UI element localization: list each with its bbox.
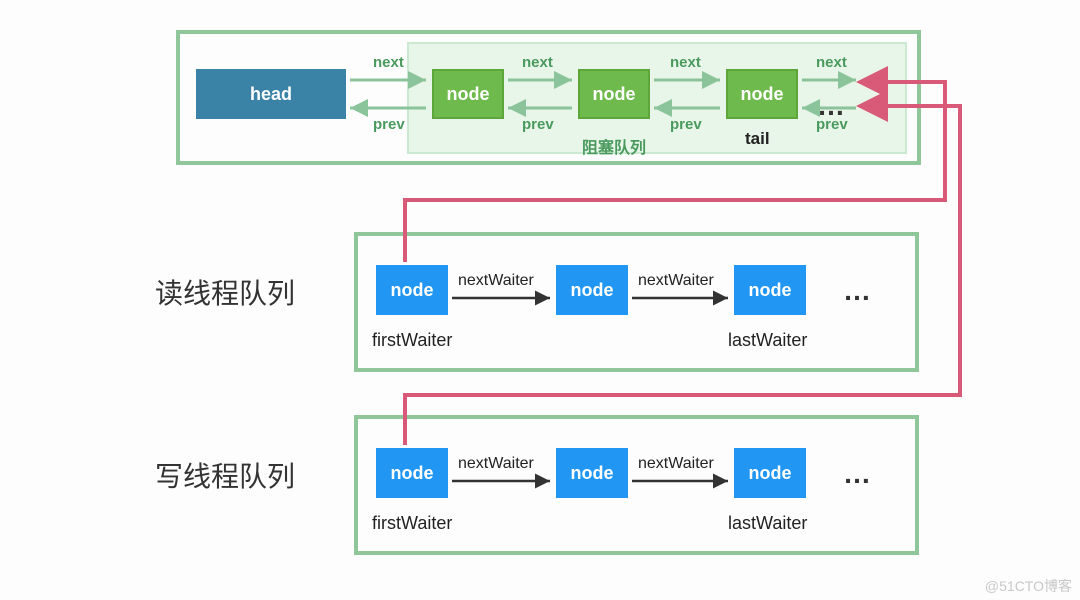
rq-ellipsis: …: [843, 275, 871, 307]
bq-tail-label: tail: [745, 129, 770, 149]
bq-node-3-label: node: [741, 84, 784, 105]
head-node-label: head: [250, 84, 292, 105]
bq-prev-1: prev: [373, 116, 405, 133]
bq-next-2: next: [522, 54, 553, 71]
wq-edge-2: nextWaiter: [638, 455, 714, 473]
bq-next-3: next: [670, 54, 701, 71]
bq-node-1-label: node: [447, 84, 490, 105]
rq-node-1-first: node: [376, 265, 448, 315]
wq-edge-1: nextWaiter: [458, 455, 534, 473]
bq-next-4: next: [816, 54, 847, 71]
rq-node-3-label: node: [749, 280, 792, 301]
wq-node-3-last: node: [734, 448, 806, 498]
wq-node-1-first: node: [376, 448, 448, 498]
bq-caption: 阻塞队列: [582, 134, 646, 158]
bq-next-1: next: [373, 54, 404, 71]
rq-node-1-label: node: [391, 280, 434, 301]
rq-node-2-label: node: [571, 280, 614, 301]
wq-last-label: lastWaiter: [728, 513, 807, 534]
rq-edge-2: nextWaiter: [638, 272, 714, 290]
watermark: @51CTO博客: [985, 576, 1072, 596]
wq-ellipsis: …: [843, 458, 871, 490]
wq-node-1-label: node: [391, 463, 434, 484]
bq-node-1: node: [432, 69, 504, 119]
write-queue-title: 写线程队列: [155, 455, 295, 495]
rq-edge-1: nextWaiter: [458, 272, 534, 290]
rq-node-3-last: node: [734, 265, 806, 315]
wq-node-3-label: node: [749, 463, 792, 484]
wq-first-label: firstWaiter: [372, 513, 452, 534]
bq-node-2-label: node: [593, 84, 636, 105]
bq-node-2: node: [578, 69, 650, 119]
bq-prev-3: prev: [670, 116, 702, 133]
read-queue-title: 读线程队列: [155, 272, 295, 312]
head-node: head: [196, 69, 346, 119]
bq-node-3-tail: node: [726, 69, 798, 119]
rq-first-label: firstWaiter: [372, 330, 452, 351]
bq-prev-2: prev: [522, 116, 554, 133]
wq-node-2: node: [556, 448, 628, 498]
bq-prev-4: prev: [816, 116, 848, 133]
wq-node-2-label: node: [571, 463, 614, 484]
rq-last-label: lastWaiter: [728, 330, 807, 351]
rq-node-2: node: [556, 265, 628, 315]
